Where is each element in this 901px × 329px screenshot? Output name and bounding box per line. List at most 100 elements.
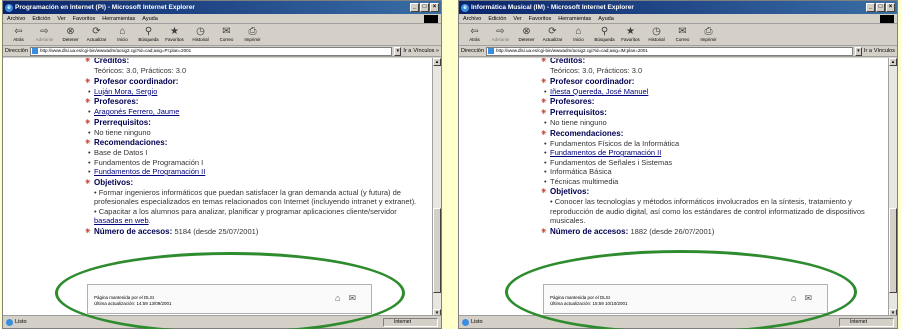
menu-item-ayuda[interactable]: Ayuda (598, 16, 614, 22)
close-button[interactable]: × (430, 3, 439, 12)
minimize-button[interactable]: _ (866, 3, 875, 12)
objective-link[interactable]: basadas en web (94, 216, 149, 225)
address-value: http://www.dlsi.ua.es/cgi-bin/wwwadm/acs… (39, 48, 192, 53)
footer-text: Página mantenida por el DLSI Última actua… (94, 295, 172, 307)
home-button[interactable]: ⌂ Inicio (566, 24, 591, 45)
toolbar-label: Adelante (35, 37, 54, 42)
section-heading-label: Créditos: (94, 58, 130, 65)
vertical-scrollbar[interactable]: ▴ ▾ (432, 58, 441, 317)
browser-window-right: e Informática Musical (IM) - Microsoft In… (458, 0, 898, 329)
menu-bar: Archivo Edición Ver Favoritos Herramientas Ay… (3, 14, 441, 24)
go-button[interactable]: Ir a (864, 48, 872, 54)
item-link[interactable]: Fundamentos de Programación II (550, 148, 661, 157)
close-button[interactable]: × (886, 3, 895, 12)
toolbar-label: Correo (675, 37, 690, 42)
page-content: Créditos:Teóricos: 3.0, Prácticos: 3.0Pr… (459, 58, 889, 317)
address-input[interactable]: http://www.dlsi.ua.es/cgi-bin/wwwadm/acs… (29, 46, 393, 56)
section-heading-label: Profesor coordinador: (94, 76, 179, 86)
section-heading: Profesores: (85, 97, 431, 107)
list-item: Teóricos: 3.0, Prácticos: 3.0 (87, 66, 431, 76)
section-heading-label: Prerrequisitos: (550, 108, 607, 117)
address-dropdown-button[interactable]: ▾ (394, 46, 402, 56)
links-button[interactable]: Vínculos » (413, 48, 441, 54)
minimize-button[interactable]: _ (410, 3, 419, 12)
section-heading: Profesores: (541, 97, 887, 107)
print-button[interactable]: ⎙ Imprimir (240, 24, 265, 45)
footer-last-update: Última actualización: 14:59 13/09/2001 (94, 301, 172, 306)
history-icon: ◷ (196, 26, 205, 37)
item-link[interactable]: Fundamentos de Programación II (94, 167, 205, 176)
toolbar-label: Búsqueda (594, 37, 615, 42)
toolbar-label: Inicio (573, 37, 584, 42)
stop-button[interactable]: ⊗ Detener (514, 24, 539, 45)
print-icon: ⎙ (248, 26, 257, 37)
section-heading: Número de accesos: 5184 (desde 25/07/200… (85, 226, 431, 237)
menu-item-favoritos[interactable]: Favoritos (73, 16, 96, 22)
back-arrow-icon: ⇦ (14, 26, 23, 37)
section-heading-label: Objetivos: (550, 187, 590, 196)
scroll-up-button[interactable]: ▴ (433, 58, 441, 66)
list-item: Aragonés Ferrero, Jaume (87, 107, 431, 117)
course-info: Créditos:Teóricos: 3.0, Prácticos: 3.0Pr… (85, 58, 431, 237)
scroll-up-button[interactable]: ▴ (889, 58, 897, 66)
back-arrow-button[interactable]: ⇦ Atrás (6, 24, 31, 45)
links-button[interactable]: Vínculos (874, 48, 897, 54)
menu-item-favoritos[interactable]: Favoritos (529, 16, 552, 22)
item-link[interactable]: Luján Mora, Sergio (94, 87, 157, 96)
page-icon (487, 48, 494, 54)
print-button[interactable]: ⎙ Imprimir (696, 24, 721, 45)
mail-icon: ✉ (678, 26, 687, 37)
back-arrow-button[interactable]: ⇦ Atrás (462, 24, 487, 45)
menu-item-edición[interactable]: Edición (488, 16, 506, 22)
access-count: 5184 (desde 25/07/2001) (174, 226, 259, 236)
address-dropdown-button[interactable]: ▾ (854, 46, 862, 56)
maximize-button[interactable]: □ (876, 3, 885, 12)
menu-item-archivo[interactable]: Archivo (463, 16, 481, 22)
toolbar-label: Actualizar (542, 37, 563, 42)
vertical-scrollbar[interactable]: ▴ ▾ (888, 58, 897, 317)
refresh-button[interactable]: ⟳ Actualizar (540, 24, 565, 45)
mail-button[interactable]: ✉ Correo (214, 24, 239, 45)
menu-item-edición[interactable]: Edición (32, 16, 50, 22)
mail-button[interactable]: ✉ Correo (670, 24, 695, 45)
item-link[interactable]: Aragonés Ferrero, Jaume (94, 107, 179, 116)
home-button[interactable]: ⌂ Inicio (110, 24, 135, 45)
search-button[interactable]: ⚲ Búsqueda (592, 24, 617, 45)
refresh-icon: ⟳ (548, 26, 557, 37)
mail-icon[interactable]: ✉ (348, 293, 356, 304)
menu-item-archivo[interactable]: Archivo (7, 16, 25, 22)
maximize-button[interactable]: □ (420, 3, 429, 12)
refresh-button[interactable]: ⟳ Actualizar (84, 24, 109, 45)
scroll-thumb[interactable] (433, 208, 441, 293)
menu-item-herramientas[interactable]: Herramientas (558, 16, 591, 22)
menu-item-ver[interactable]: Ver (57, 16, 65, 22)
address-label: Dirección (5, 48, 28, 54)
favorites-button[interactable]: ★ Favoritos (162, 24, 187, 45)
scroll-thumb[interactable] (889, 208, 897, 293)
forward-arrow-button[interactable]: ⇨ Adelante (32, 24, 57, 45)
section-heading-label: Profesores: (94, 97, 139, 106)
toolbar-label: Adelante (491, 37, 510, 42)
home-icon[interactable]: ⌂ (791, 293, 796, 304)
list-item: Informática Básica (543, 167, 887, 177)
stop-button[interactable]: ⊗ Detener (58, 24, 83, 45)
forward-arrow-button[interactable]: ⇨ Adelante (488, 24, 513, 45)
mail-icon[interactable]: ✉ (804, 293, 812, 304)
section-heading: Objetivos: (541, 187, 887, 197)
go-button[interactable]: Ir a (403, 48, 411, 54)
section-heading: Créditos: (85, 58, 431, 66)
footer-last-update: Última actualización: 15:59 10/10/2001 (550, 301, 628, 306)
page-status-icon (462, 318, 469, 326)
favorites-button[interactable]: ★ Favoritos (618, 24, 643, 45)
menu-item-ayuda[interactable]: Ayuda (142, 16, 158, 22)
menu-item-ver[interactable]: Ver (513, 16, 521, 22)
history-icon: ◷ (652, 26, 661, 37)
item-link[interactable]: Iñesta Quereda, José Manuel (550, 87, 648, 96)
address-input[interactable]: http://www.dlsi.ua.es/cgi-bin/wwwadm/acs… (485, 46, 853, 56)
history-button[interactable]: ◷ Historial (644, 24, 669, 45)
home-icon[interactable]: ⌂ (335, 293, 340, 304)
address-label: Dirección (461, 48, 484, 54)
search-button[interactable]: ⚲ Búsqueda (136, 24, 161, 45)
menu-item-herramientas[interactable]: Herramientas (102, 16, 135, 22)
history-button[interactable]: ◷ Historial (188, 24, 213, 45)
